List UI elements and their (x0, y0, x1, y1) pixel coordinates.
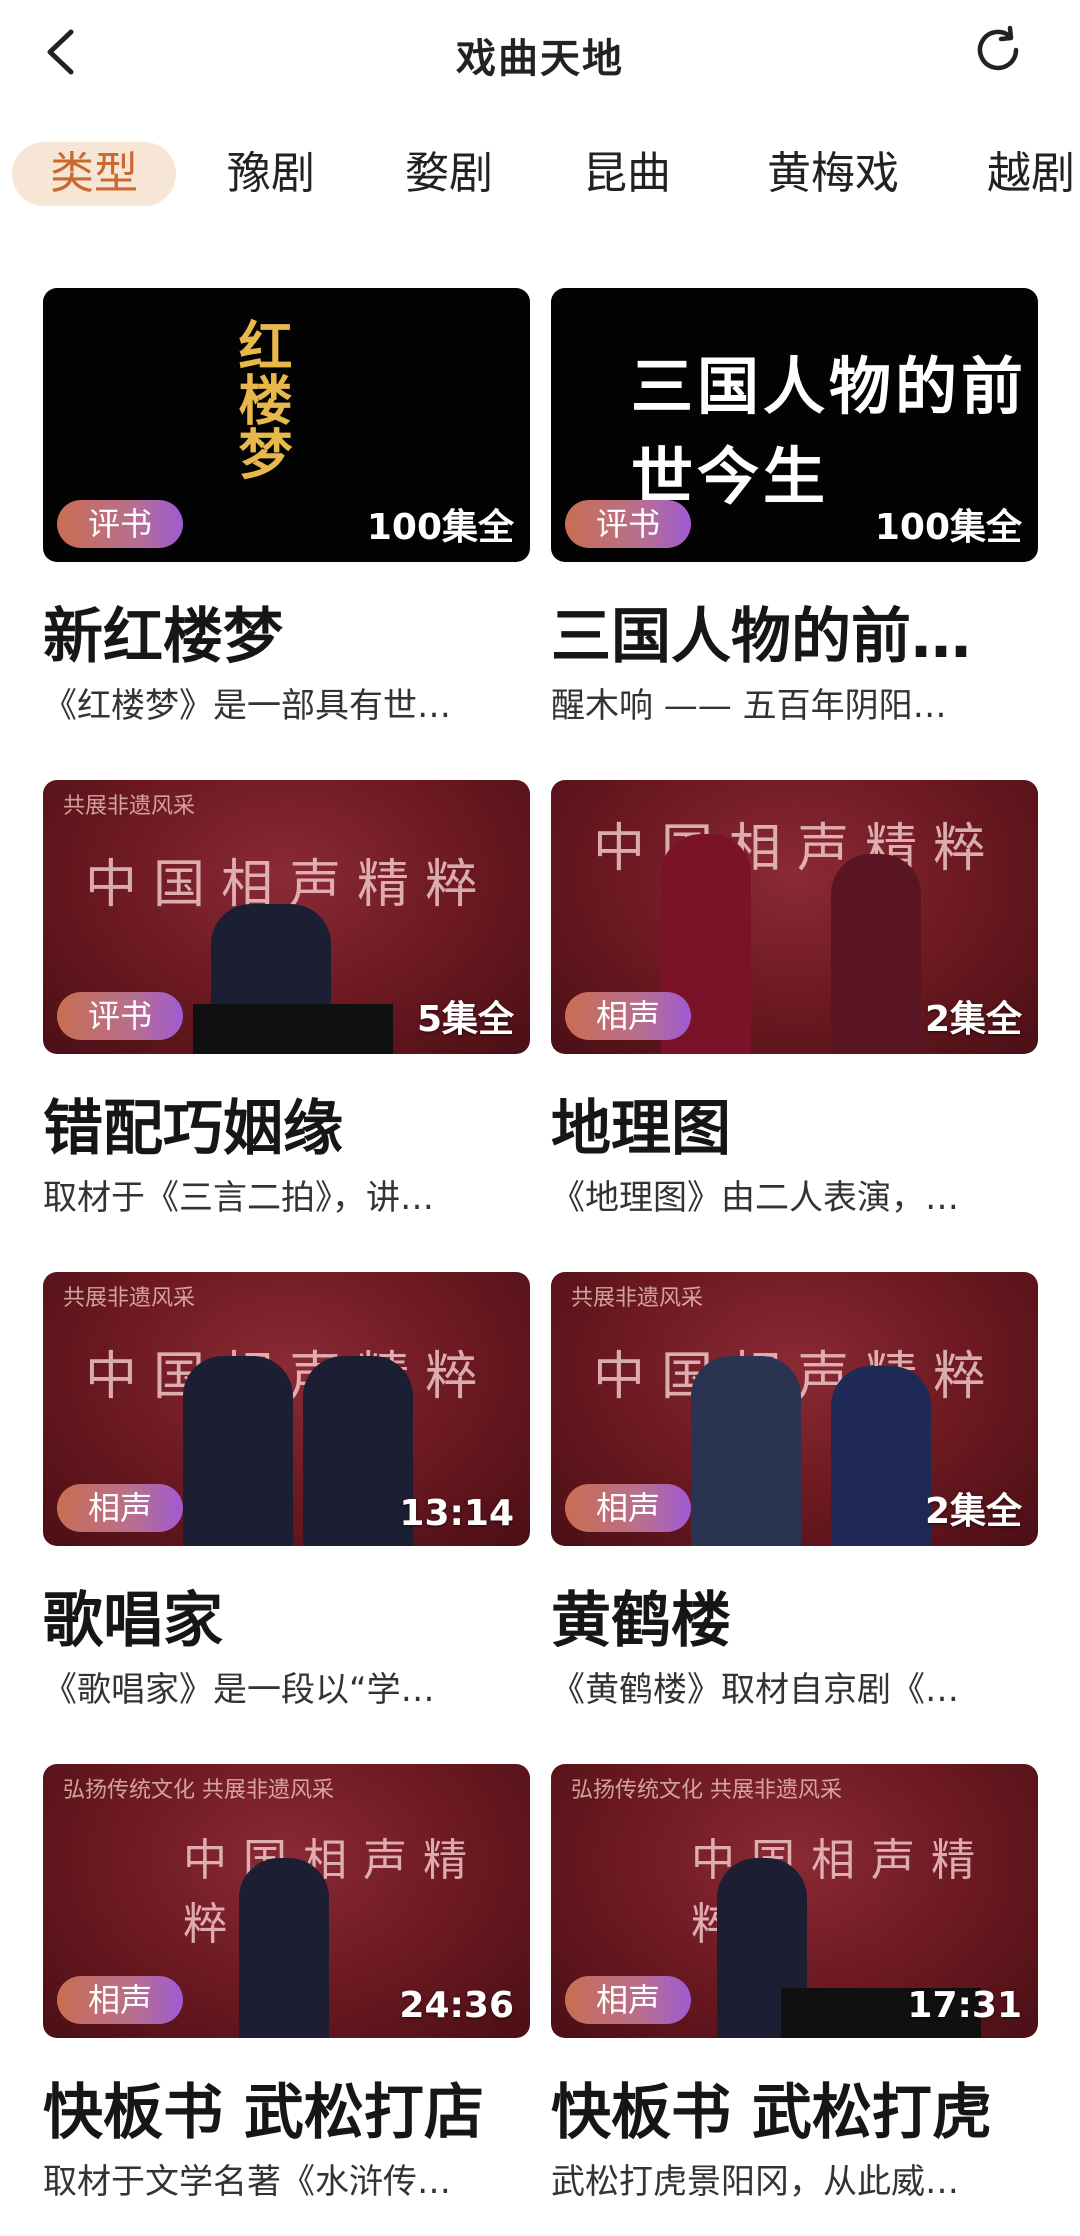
card-title: 三国人物的前… (551, 602, 971, 672)
episode-count: 100集全 (366, 507, 514, 548)
performer-figure (831, 1366, 931, 1546)
content-card[interactable]: 弘扬传统文化 共展非遗风采 中国相声精粹 相声 17:31 快板书 武松打虎 武… (551, 1764, 1038, 2202)
card-thumbnail: 共展非遗风采 中国相声精粹 相声 13:14 (43, 1272, 530, 1546)
thumbnail-banner: 中国相声精粹 (183, 1835, 483, 1950)
category-badge: 相声 (57, 1976, 183, 2024)
card-thumbnail: 红楼梦 评书 100集全 (43, 288, 530, 562)
content-card[interactable]: 共展非遗风采 中国相声精粹 评书 5集全 错配巧姻缘 取材于《三言二拍》，讲… (43, 780, 530, 1218)
card-description: 取材于文学名著《水浒传… (43, 2162, 451, 2202)
stage-desk (193, 1004, 393, 1054)
episode-count: 24:36 (399, 1985, 514, 2026)
episode-count: 2集全 (924, 999, 1022, 1040)
tab-huangmeixi[interactable]: 黄梅戏 (748, 142, 918, 206)
refresh-button[interactable] (966, 20, 1030, 84)
content-card[interactable]: 红楼梦 评书 100集全 新红楼梦 《红楼梦》是一部具有世… (43, 288, 530, 726)
card-title: 歌唱家 (43, 1586, 223, 1656)
category-badge: 评书 (57, 500, 183, 548)
performer-figure (691, 1356, 801, 1546)
episode-count: 13:14 (399, 1493, 514, 1534)
performer-figure (831, 854, 921, 1054)
tab-yueju[interactable]: 越剧 (976, 142, 1080, 206)
episode-count: 2集全 (924, 1491, 1022, 1532)
category-badge: 相声 (565, 992, 691, 1040)
card-thumbnail: 弘扬传统文化 共展非遗风采 中国相声精粹 相声 24:36 (43, 1764, 530, 2038)
performer-figure (239, 1858, 329, 2038)
content-card[interactable]: 中国相声精粹 相声 2集全 地理图 《地理图》由二人表演，… (551, 780, 1038, 1218)
card-description: 《红楼梦》是一部具有世… (43, 686, 451, 726)
card-title: 错配巧姻缘 (43, 1094, 343, 1164)
card-title: 黄鹤楼 (551, 1586, 731, 1656)
card-thumbnail: 三国人物的前世今生 评书 100集全 (551, 288, 1038, 562)
content-card[interactable]: 三国人物的前世今生 评书 100集全 三国人物的前… 醒木响 —— 五百年阴阳… (551, 288, 1038, 726)
performer-figure (183, 1356, 293, 1546)
card-title: 快板书 武松打虎 (551, 2078, 992, 2148)
header-bar: 戏曲天地 (0, 0, 1080, 110)
category-badge: 相声 (565, 1484, 691, 1532)
category-badge: 评书 (57, 992, 183, 1040)
card-description: 《地理图》由二人表演，… (551, 1178, 959, 1218)
page-title: 戏曲天地 (456, 36, 624, 82)
card-description: 醒木响 —— 五百年阴阳… (551, 686, 947, 726)
content-card[interactable]: 弘扬传统文化 共展非遗风采 中国相声精粹 相声 24:36 快板书 武松打店 取… (43, 1764, 530, 2202)
category-badge: 相声 (57, 1484, 183, 1532)
card-description: 取材于《三言二拍》，讲… (43, 1178, 434, 1218)
thumbnail-calligraphy: 红楼梦 (229, 318, 293, 480)
thumbnail-subtitle: 共展非遗风采 (63, 1286, 196, 1311)
thumbnail-subtitle: 弘扬传统文化 共展非遗风采 (63, 1778, 334, 1803)
card-title: 地理图 (551, 1094, 731, 1164)
content-card[interactable]: 共展非遗风采 中国相声精粹 相声 2集全 黄鹤楼 《黄鹤楼》取材自京剧《… (551, 1272, 1038, 1710)
tab-kunqu[interactable]: 昆曲 (572, 142, 682, 206)
category-badge: 评书 (565, 500, 691, 548)
card-description: 《歌唱家》是一段以“学… (43, 1670, 435, 1710)
card-thumbnail: 共展非遗风采 中国相声精粹 相声 2集全 (551, 1272, 1038, 1546)
thumbnail-subtitle: 共展非遗风采 (571, 1286, 704, 1311)
thumbnail-subtitle: 弘扬传统文化 共展非遗风采 (571, 1778, 842, 1803)
card-thumbnail: 中国相声精粹 相声 2集全 (551, 780, 1038, 1054)
card-title: 快板书 武松打店 (43, 2078, 484, 2148)
category-tabs: 类型 豫剧 婺剧 昆曲 黄梅戏 越剧 (0, 142, 1080, 206)
episode-count: 5集全 (416, 999, 514, 1040)
thumbnail-calligraphy: 三国人物的前世今生 (631, 350, 1028, 513)
card-thumbnail: 共展非遗风采 中国相声精粹 评书 5集全 (43, 780, 530, 1054)
tab-yuju[interactable]: 豫剧 (216, 142, 326, 206)
card-title: 新红楼梦 (43, 602, 283, 672)
card-description: 武松打虎景阳冈，从此威… (551, 2162, 959, 2202)
performer-figure (303, 1356, 413, 1546)
refresh-icon (972, 24, 1024, 80)
category-badge: 相声 (565, 1976, 691, 2024)
episode-count: 17:31 (907, 1985, 1022, 2026)
content-card[interactable]: 共展非遗风采 中国相声精粹 相声 13:14 歌唱家 《歌唱家》是一段以“学… (43, 1272, 530, 1710)
card-thumbnail: 弘扬传统文化 共展非遗风采 中国相声精粹 相声 17:31 (551, 1764, 1038, 2038)
thumbnail-subtitle: 共展非遗风采 (63, 794, 196, 819)
episode-count: 100集全 (874, 507, 1022, 548)
thumbnail-banner: 中国相声精粹 (593, 819, 1002, 879)
tab-wuju[interactable]: 婺剧 (394, 142, 504, 206)
card-description: 《黄鹤楼》取材自京剧《… (551, 1670, 959, 1710)
tab-type[interactable]: 类型 (12, 142, 176, 206)
